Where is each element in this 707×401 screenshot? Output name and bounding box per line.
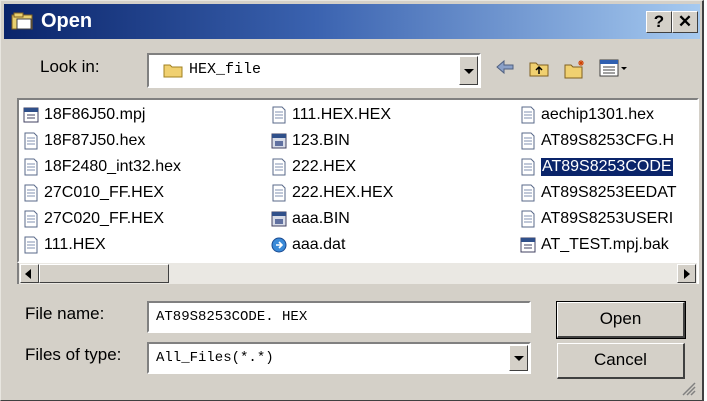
- file-name-text: AT89S8253EEDAT: [541, 184, 677, 201]
- file-name-text: 123.BIN: [292, 132, 350, 149]
- window-title: Open: [41, 10, 93, 32]
- file-item[interactable]: AT89S8253CFG.H: [520, 130, 674, 152]
- file-name-value: AT89S8253CODE. HEX: [156, 309, 308, 325]
- title-bar[interactable]: Open ? ✕: [4, 4, 700, 39]
- file-name-text: aaa.dat: [292, 236, 346, 253]
- open-dialog: Open ? ✕ Look in: HEX_file 18F86J50.mpj 1…: [0, 0, 704, 401]
- dat-file-icon: [271, 236, 287, 254]
- document-icon: [520, 132, 536, 150]
- file-name-text: AT89S8253CODE: [540, 157, 674, 177]
- cancel-button[interactable]: Cancel: [557, 343, 685, 379]
- binary-file-icon: [271, 210, 287, 228]
- project-file-icon: [23, 106, 39, 124]
- file-item[interactable]: 222.HEX: [271, 156, 356, 178]
- up-folder-icon[interactable]: [529, 59, 549, 77]
- file-name-text: 18F2480_int32.hex: [44, 158, 181, 175]
- file-item[interactable]: aechip1301.hex: [520, 104, 654, 126]
- file-name-text: 27C020_FF.HEX: [44, 210, 165, 227]
- open-folder-icon: [11, 12, 33, 30]
- look-in-value: HEX_file: [189, 61, 262, 78]
- file-type-value: All_Files(*.*): [156, 350, 274, 366]
- file-name-text: AT89S8253CFG.H: [541, 132, 675, 149]
- document-icon: [520, 106, 536, 124]
- file-item[interactable]: 18F86J50.mpj: [23, 104, 145, 126]
- look-in-label: Look in:: [40, 57, 100, 76]
- file-item[interactable]: 18F2480_int32.hex: [23, 156, 181, 178]
- file-item[interactable]: AT89S8253USERI: [520, 208, 673, 230]
- file-type-dropdown-arrow-icon[interactable]: [509, 345, 528, 371]
- file-item[interactable]: 27C020_FF.HEX: [23, 208, 164, 230]
- project-file-icon: [520, 236, 536, 254]
- file-name-text: 222.HEX: [292, 158, 357, 175]
- document-icon: [520, 210, 536, 228]
- document-icon: [271, 106, 287, 124]
- file-item[interactable]: AT89S8253EEDAT: [520, 182, 676, 204]
- look-in-dropdown-arrow-icon[interactable]: [459, 56, 478, 85]
- file-name-text: aechip1301.hex: [541, 106, 654, 123]
- document-icon: [23, 132, 39, 150]
- document-icon: [23, 158, 39, 176]
- new-folder-icon[interactable]: [564, 59, 586, 79]
- close-button[interactable]: ✕: [672, 11, 698, 33]
- scroll-right-icon[interactable]: [677, 264, 696, 283]
- folder-icon: [163, 64, 183, 78]
- file-item[interactable]: aaa.dat: [271, 234, 345, 256]
- file-item[interactable]: 111.HEX: [23, 234, 106, 256]
- file-name-text: 18F87J50.hex: [44, 132, 146, 149]
- file-name-text: 222.HEX.HEX: [292, 184, 394, 201]
- open-button[interactable]: Open: [556, 301, 686, 339]
- file-item[interactable]: 123.BIN: [271, 130, 350, 152]
- file-name-text: 27C010_FF.HEX: [44, 184, 165, 201]
- binary-file-icon: [271, 132, 287, 150]
- file-item[interactable]: 222.HEX.HEX: [271, 182, 393, 204]
- document-icon: [271, 184, 287, 202]
- document-icon: [520, 184, 536, 202]
- file-item[interactable]: 27C010_FF.HEX: [23, 182, 164, 204]
- scroll-left-icon[interactable]: [20, 264, 39, 283]
- file-name-text: 111.HEX: [44, 236, 106, 253]
- document-icon: [520, 158, 536, 176]
- file-item[interactable]: AT89S8253CODE: [520, 156, 674, 178]
- help-button[interactable]: ?: [646, 11, 672, 33]
- document-icon: [23, 210, 39, 228]
- file-type-label: Files of type:: [25, 345, 122, 364]
- file-item[interactable]: AT_TEST.mpj.bak: [520, 234, 669, 256]
- file-name-text: 18F86J50.mpj: [44, 106, 146, 123]
- file-type-dropdown[interactable]: All_Files(*.*): [147, 342, 531, 374]
- look-in-dropdown[interactable]: HEX_file: [147, 53, 481, 88]
- document-icon: [23, 184, 39, 202]
- file-list[interactable]: 18F86J50.mpj 18F87J50.hex 18F2480_int32.he…: [17, 98, 699, 263]
- file-item[interactable]: aaa.BIN: [271, 208, 350, 230]
- view-menu-icon[interactable]: [599, 59, 629, 77]
- file-name-text: AT89S8253USERI: [541, 210, 674, 227]
- file-name-label: File name:: [25, 304, 105, 323]
- scrollbar-thumb[interactable]: [39, 264, 169, 283]
- file-name-text: aaa.BIN: [292, 210, 350, 227]
- document-icon: [271, 158, 287, 176]
- file-item[interactable]: 111.HEX.HEX: [271, 104, 391, 126]
- file-item[interactable]: 18F87J50.hex: [23, 130, 145, 152]
- resize-grip-icon[interactable]: [680, 380, 696, 396]
- file-name-text: AT_TEST.mpj.bak: [541, 236, 669, 253]
- horizontal-scrollbar[interactable]: [17, 263, 699, 284]
- document-icon: [23, 236, 39, 254]
- back-icon[interactable]: [496, 59, 514, 75]
- file-name-text: 111.HEX.HEX: [292, 106, 392, 123]
- file-name-input[interactable]: AT89S8253CODE. HEX: [147, 301, 531, 333]
